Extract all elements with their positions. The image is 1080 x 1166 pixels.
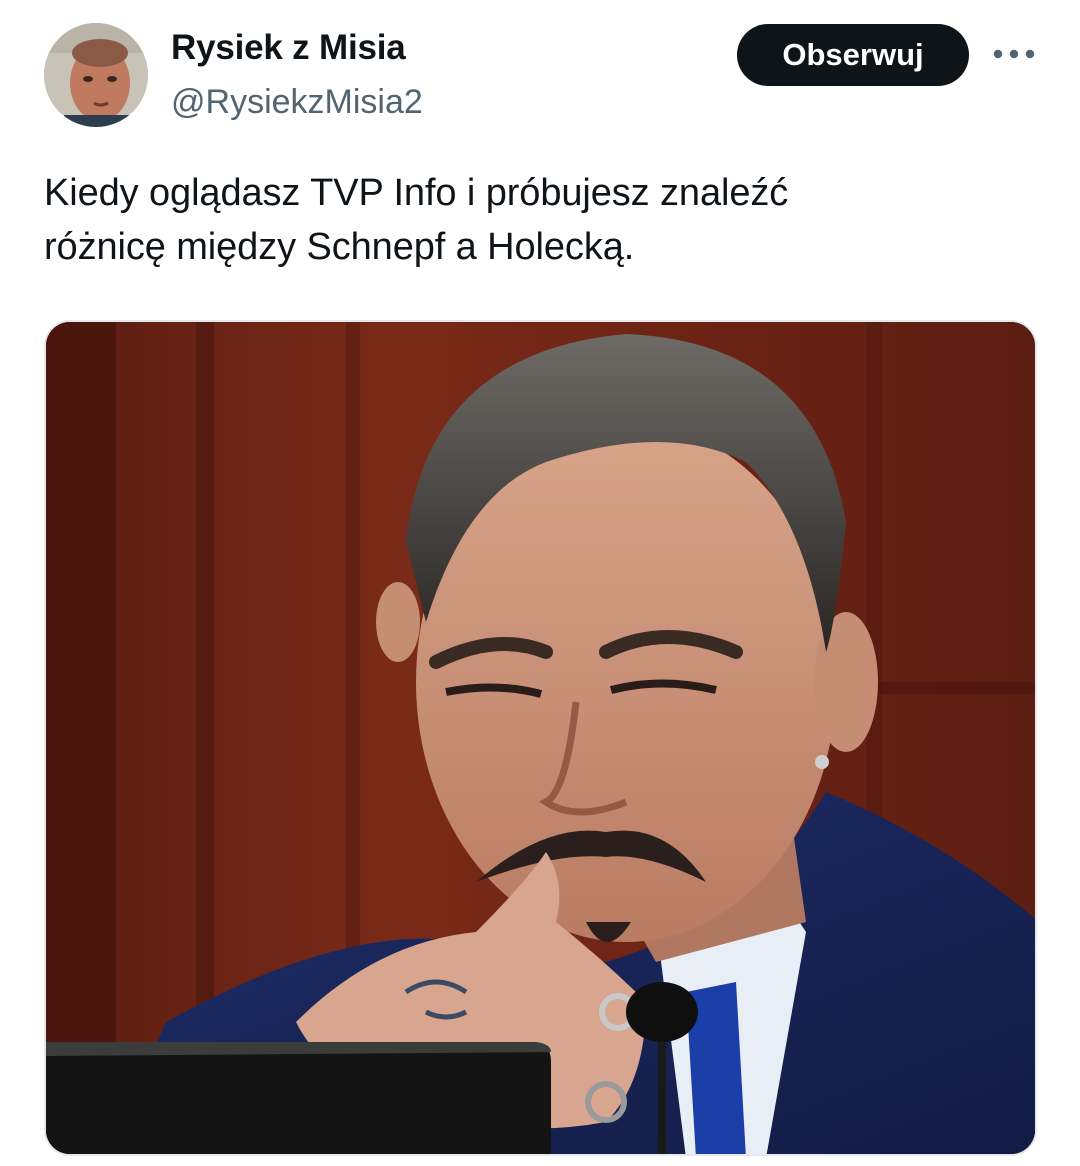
tweet-text: Kiedy oglądasz TVP Info i próbujesz znal… (44, 166, 1034, 274)
author-display-name[interactable]: Rysiek z Misia (171, 26, 406, 70)
tweet-text-line: Kiedy oglądasz TVP Info i próbujesz znal… (44, 172, 789, 214)
more-horizontal-icon (993, 49, 1035, 59)
tweet-card: Rysiek z Misia @RysiekzMisia2 Obserwuj K… (0, 0, 1080, 1166)
tweet-media[interactable] (44, 320, 1037, 1156)
follow-button[interactable]: Obserwuj (737, 24, 969, 86)
more-options-button[interactable] (990, 36, 1038, 72)
author-handle[interactable]: @RysiekzMisia2 (171, 80, 423, 124)
author-avatar[interactable] (44, 23, 148, 127)
tweet-text-line: różnicę między Schnepf a Holecką. (44, 226, 635, 268)
tweet-photo (46, 322, 1035, 1154)
avatar-photo-icon (44, 23, 148, 127)
